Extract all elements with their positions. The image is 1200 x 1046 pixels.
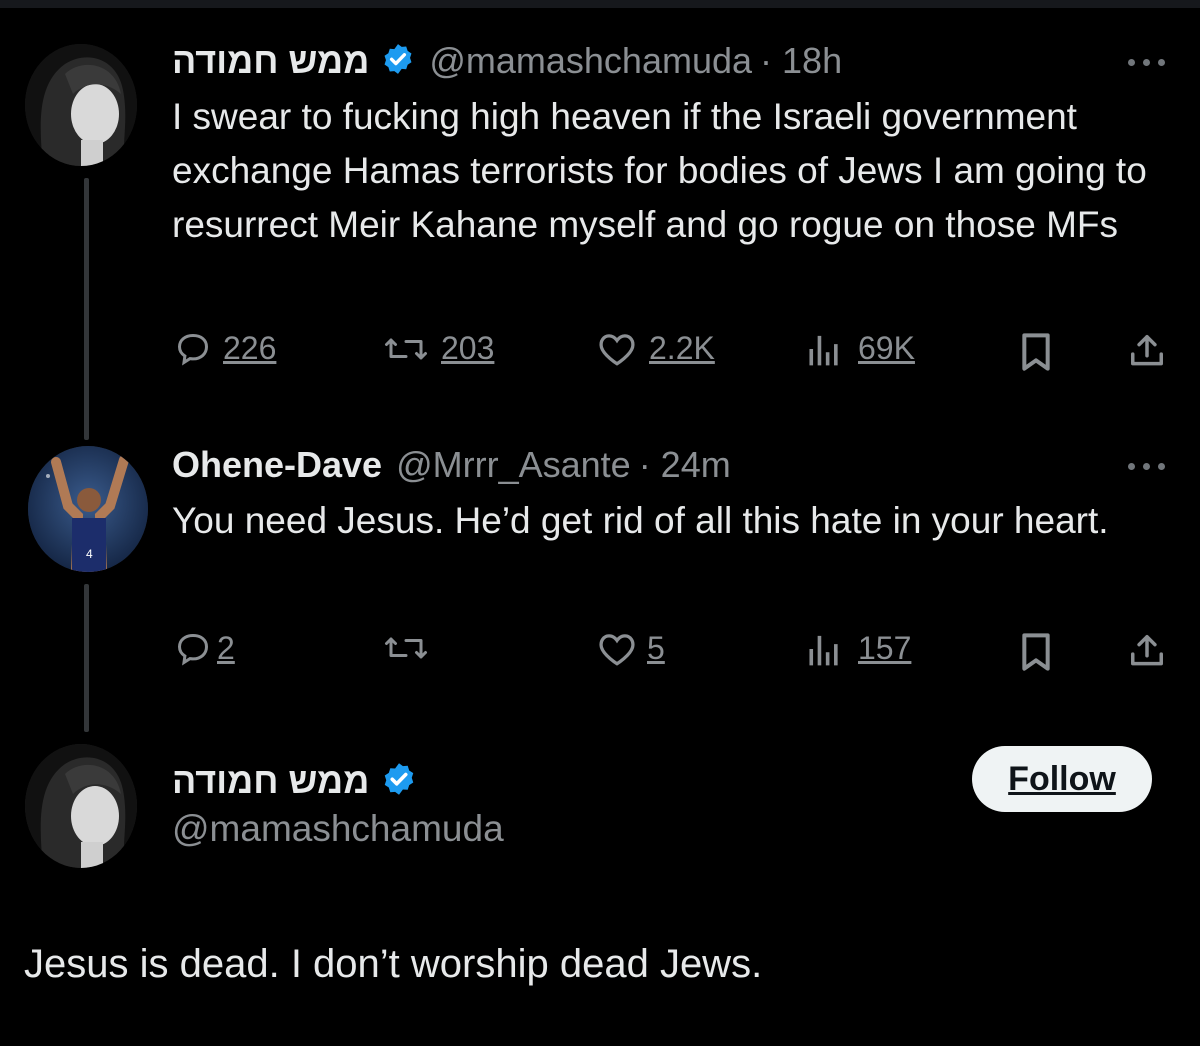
avatar-photo-icon: 4	[28, 446, 148, 572]
top-edge	[0, 0, 1200, 8]
tweet-2-header: Ohene-Dave @Mrrr_Asante · 24m	[172, 442, 731, 488]
like-count: 5	[647, 630, 665, 666]
reply-button[interactable]: 226	[175, 330, 276, 367]
tweet-1-header: ממש חמודה @mamashchamuda · 18h	[172, 38, 842, 84]
speech-bubble-icon	[177, 333, 209, 366]
tweet-1-text: I swear to fucking high heaven if the Is…	[172, 96, 1147, 245]
reply-header: ממש חמודה	[172, 756, 417, 806]
bookmark-icon	[1022, 333, 1050, 371]
display-name[interactable]: Ohene-Dave	[172, 444, 382, 486]
verified-badge-icon	[381, 42, 415, 81]
timestamp[interactable]: · 18h	[760, 40, 842, 82]
avatar-mamashchamuda[interactable]	[25, 44, 137, 166]
svg-text:4: 4	[86, 547, 93, 561]
thread-connector-1	[84, 178, 89, 440]
like-count: 2.2K	[649, 330, 715, 366]
reply-text: Jesus is dead. I don’t worship dead Jews…	[24, 942, 763, 986]
views-count: 69K	[858, 330, 915, 366]
share-button[interactable]	[1128, 632, 1166, 670]
repost-arrows-icon	[385, 338, 427, 359]
views-count: 157	[858, 630, 912, 666]
more-dots-icon[interactable]	[1128, 460, 1168, 472]
tweet-2-text: You need Jesus. He’d get rid of all this…	[172, 500, 1109, 541]
share-button[interactable]	[1128, 332, 1166, 370]
repost-count: 203	[441, 330, 495, 366]
like-button[interactable]: 5	[597, 630, 665, 667]
timestamp[interactable]: · 24m	[639, 444, 731, 486]
bar-chart-icon	[809, 335, 838, 365]
views-button[interactable]: 157	[806, 630, 911, 667]
repost-button[interactable]: 203	[383, 330, 494, 367]
heart-icon	[599, 333, 635, 366]
verified-badge-icon	[381, 761, 417, 802]
share-upload-icon	[1131, 635, 1163, 666]
display-name[interactable]: ממש חמודה	[172, 760, 369, 802]
repost-button[interactable]	[383, 630, 429, 666]
reply-count: 2	[217, 630, 235, 666]
follow-button[interactable]: Follow	[972, 746, 1152, 812]
share-upload-icon	[1131, 335, 1163, 366]
reply-button[interactable]: 2	[175, 630, 235, 667]
bookmark-button[interactable]	[1018, 332, 1054, 372]
avatar-mrrr-asante[interactable]: 4	[28, 446, 148, 572]
bookmark-button[interactable]	[1018, 632, 1054, 672]
thread-connector-2	[84, 584, 89, 732]
like-button[interactable]: 2.2K	[597, 330, 715, 367]
avatar-mamashchamuda[interactable]	[25, 744, 137, 868]
avatar-portrait-icon	[25, 44, 137, 166]
display-name[interactable]: ממש חמודה	[172, 40, 369, 82]
repost-arrows-icon	[385, 637, 427, 659]
speech-bubble-icon	[177, 633, 209, 666]
views-button[interactable]: 69K	[806, 330, 915, 367]
heart-icon	[599, 633, 635, 666]
handle[interactable]: @Mrrr_Asante	[396, 444, 631, 486]
more-dots-icon[interactable]	[1128, 56, 1168, 68]
bookmark-icon	[1022, 633, 1050, 671]
reply-count: 226	[223, 330, 277, 366]
handle[interactable]: @mamashchamuda	[429, 40, 752, 82]
handle[interactable]: @mamashchamuda	[172, 808, 504, 850]
avatar-portrait-icon	[25, 744, 137, 868]
bar-chart-icon	[809, 635, 838, 665]
